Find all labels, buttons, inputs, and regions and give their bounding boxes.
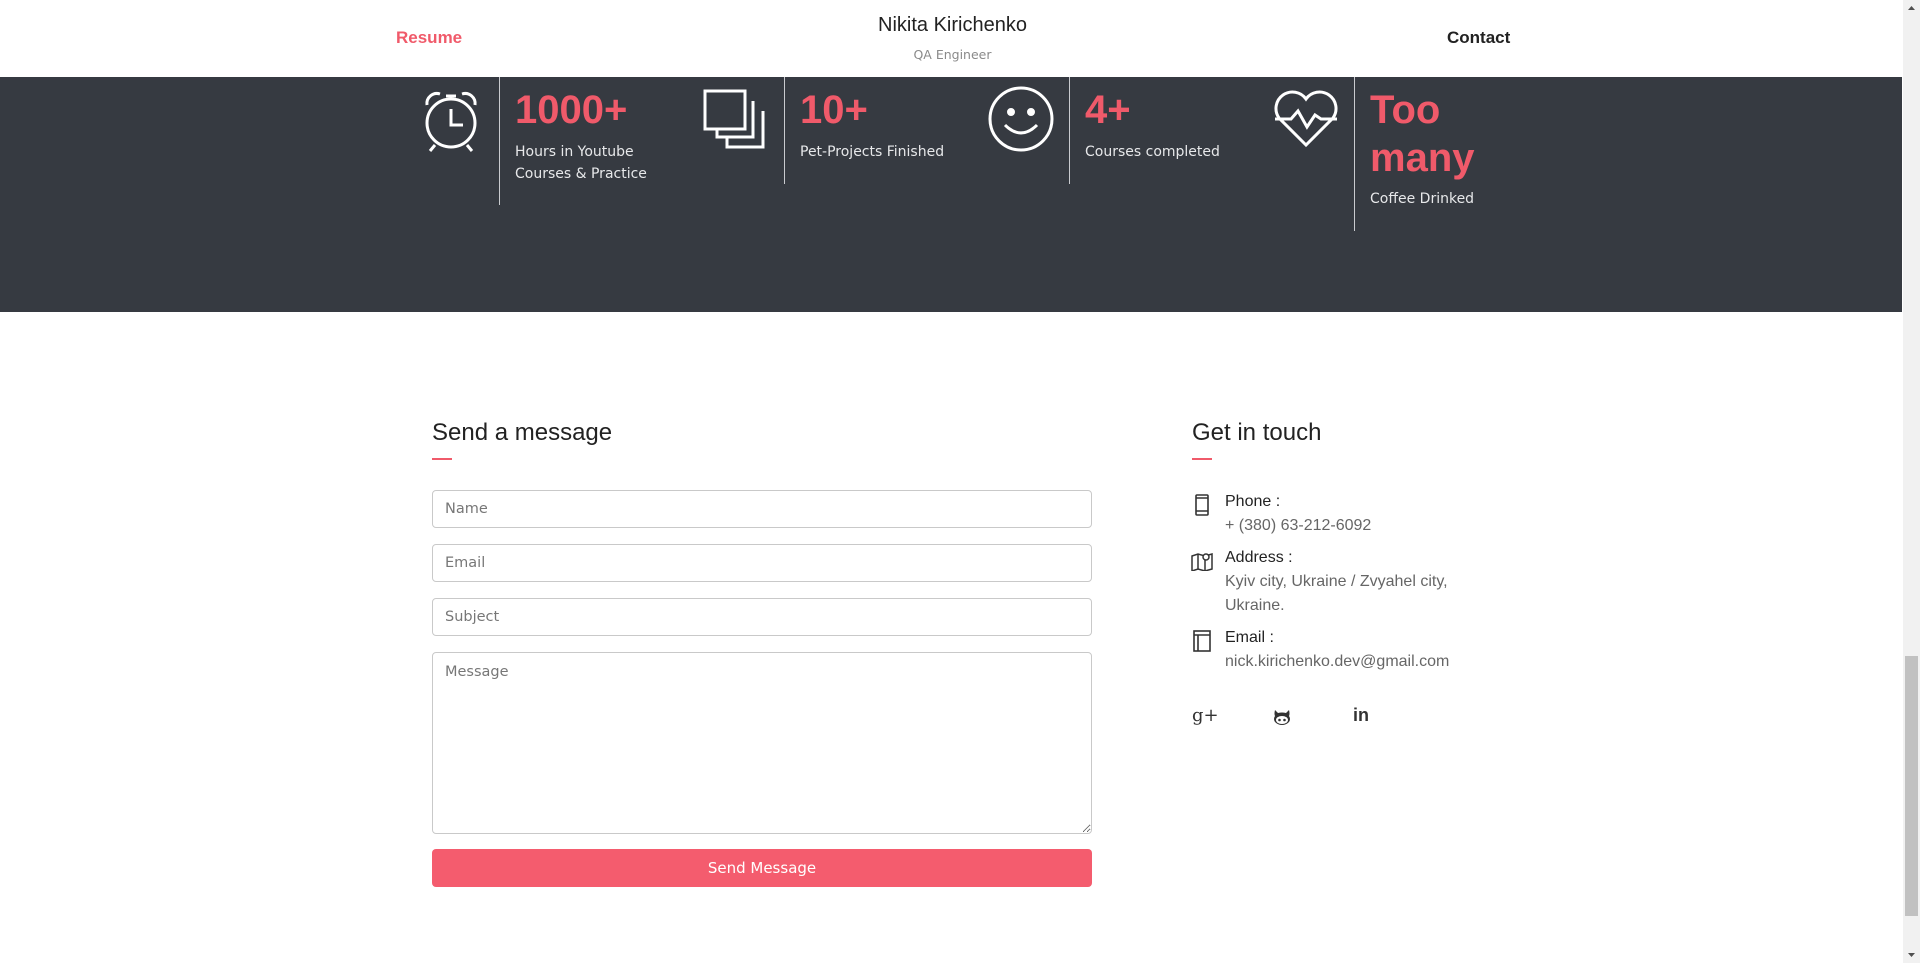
get-in-touch-title: Get in touch — [1192, 419, 1322, 446]
stat-projects-value: 10+ — [800, 88, 868, 132]
alarm-clock-icon — [422, 87, 480, 158]
send-message-title: Send a message — [432, 419, 613, 446]
get-in-touch-underline — [1192, 458, 1212, 460]
stat-coffee-label: Coffee Drinked — [1370, 191, 1475, 207]
site-owner-name: Nikita Kirichenko — [878, 14, 1027, 36]
email-label: Email : — [1225, 629, 1274, 646]
scroll-down-arrow-icon[interactable] — [1903, 946, 1920, 963]
subject-input[interactable] — [432, 598, 1092, 636]
message-textarea[interactable] — [432, 652, 1092, 834]
page-scrollbar[interactable] — [1903, 0, 1920, 963]
stat-projects-label: Pet-Projects Finished — [800, 144, 945, 160]
mailbox-icon — [1193, 630, 1211, 657]
stat-hours-label-2: Courses & Practice — [515, 166, 647, 182]
smiley-face-icon — [987, 85, 1055, 158]
stat-divider — [1354, 77, 1355, 231]
stat-courses-value: 4+ — [1085, 88, 1131, 132]
stat-courses-label: Courses completed — [1085, 144, 1220, 160]
email-input[interactable] — [432, 544, 1092, 582]
stat-coffee-value-1: Too — [1370, 88, 1441, 132]
heart-pulse-icon — [1271, 87, 1341, 154]
stat-divider — [784, 77, 785, 184]
name-input[interactable] — [432, 490, 1092, 528]
site-header: Resume Nikita Kirichenko QA Engineer Con… — [0, 0, 1902, 77]
address-label: Address : — [1225, 549, 1293, 566]
address-value-2: Ukraine. — [1225, 597, 1285, 614]
send-message-underline — [432, 458, 452, 460]
phone-icon — [1194, 494, 1210, 521]
stat-coffee-value-2: many — [1370, 136, 1475, 180]
nav-contact-link[interactable]: Contact — [1447, 28, 1510, 48]
email-value: nick.kirichenko.dev@gmail.com — [1225, 653, 1450, 670]
site-owner-role: QA Engineer — [913, 47, 992, 62]
stat-hours-value: 1000+ — [515, 88, 628, 132]
address-value-1: Kyiv city, Ukraine / Zvyahel city, — [1225, 573, 1448, 590]
scrollbar-thumb[interactable] — [1905, 656, 1918, 916]
linkedin-icon[interactable]: in — [1353, 705, 1369, 726]
phone-label: Phone : — [1225, 493, 1281, 510]
stat-hours-label-1: Hours in Youtube — [515, 144, 634, 160]
stat-divider — [1069, 77, 1070, 184]
stats-band: 1000+ Hours in Youtube Courses & Practic… — [0, 77, 1902, 312]
google-plus-icon[interactable]: g+ — [1192, 705, 1219, 726]
stacked-squares-icon — [703, 89, 771, 156]
phone-value: + (380) 63-212-6092 — [1225, 517, 1372, 534]
send-message-button[interactable]: Send Message — [432, 849, 1092, 887]
scroll-up-arrow-icon[interactable] — [1903, 0, 1920, 17]
map-pin-icon — [1191, 551, 1213, 576]
github-icon[interactable] — [1272, 708, 1292, 731]
stat-divider — [499, 77, 500, 205]
